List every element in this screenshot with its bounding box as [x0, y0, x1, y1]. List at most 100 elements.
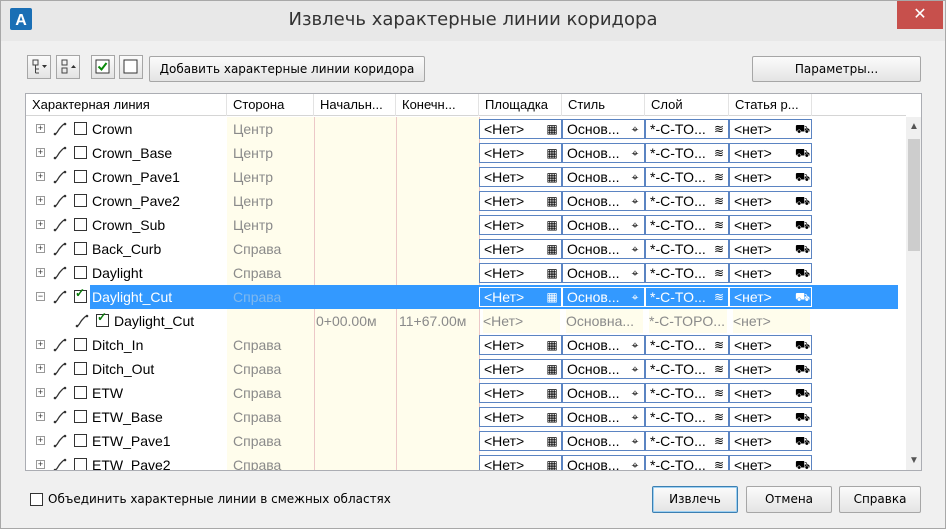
layer-cell[interactable]: *-C-TO... ≋: [645, 215, 729, 235]
site-picker-icon[interactable]: ▦: [545, 290, 559, 304]
style-picker-icon[interactable]: ⌖: [628, 410, 642, 424]
col-header-start[interactable]: Начальн...: [314, 94, 396, 116]
pay-item-picker-icon[interactable]: ⛟: [795, 218, 810, 232]
parameters-button[interactable]: Параметры...: [752, 56, 921, 82]
layer-picker-icon[interactable]: ≋: [712, 410, 726, 424]
feature-line-checkbox[interactable]: [74, 458, 87, 470]
pay-item-cell[interactable]: <нет> ⛟: [729, 215, 812, 235]
table-row[interactable]: + Ditch_In Справа <Нет> ▦ Основ... ⌖ *-C-TO... ≋…: [26, 333, 898, 357]
pay-item-cell[interactable]: <нет> ⛟: [729, 263, 812, 283]
layer-picker-icon[interactable]: ≋: [712, 266, 726, 280]
layer-picker-icon[interactable]: ≋: [712, 194, 726, 208]
feature-line-checkbox[interactable]: [74, 122, 87, 135]
collapse-node-icon[interactable]: −: [36, 292, 45, 301]
style-cell[interactable]: Основ... ⌖: [562, 287, 645, 307]
feature-line-checkbox[interactable]: [74, 386, 87, 399]
feature-line-checkbox[interactable]: [74, 146, 87, 159]
layer-cell[interactable]: *-C-TO... ≋: [645, 119, 729, 139]
style-cell[interactable]: Основ... ⌖: [562, 359, 645, 379]
table-row[interactable]: + ETW_Pave1 Справа <Нет> ▦ Основ... ⌖ *-C-TO...…: [26, 429, 898, 453]
table-row[interactable]: + Back_Curb Справа <Нет> ▦ Основ... ⌖ *-C-TO...…: [26, 237, 898, 261]
style-picker-icon[interactable]: ⌖: [628, 242, 642, 256]
site-picker-icon[interactable]: ▦: [545, 338, 559, 352]
expand-node-icon[interactable]: +: [36, 412, 45, 421]
table-row[interactable]: −Daylight_CutСправа<Нет>▦Основ...⌖*-C-TO…: [26, 285, 898, 309]
layer-cell[interactable]: *-C-TO... ≋: [645, 239, 729, 259]
scroll-up-icon[interactable]: ▲: [906, 119, 921, 135]
pay-item-cell[interactable]: <нет> ⛟: [729, 287, 812, 307]
table-row[interactable]: + ETW_Base Справа <Нет> ▦ Основ... ⌖ *-C-TO... ≋…: [26, 405, 898, 429]
table-row[interactable]: + Crown_Pave2 Центр <Нет> ▦ Основ... ⌖ *-C-TO..…: [26, 189, 898, 213]
feature-line-checkbox[interactable]: [74, 266, 87, 279]
style-cell[interactable]: Основ... ⌖: [562, 215, 645, 235]
pay-item-cell[interactable]: <нет> ⛟: [729, 431, 812, 451]
site-picker-icon[interactable]: ▦: [545, 194, 559, 208]
expand-node-icon[interactable]: +: [36, 460, 45, 469]
site-cell[interactable]: <Нет> ▦: [479, 119, 562, 139]
pay-item-cell[interactable]: <нет> ⛟: [729, 359, 812, 379]
layer-cell[interactable]: *-C-TO... ≋: [645, 431, 729, 451]
pay-item-picker-icon[interactable]: ⛟: [795, 146, 810, 160]
style-picker-icon[interactable]: ⌖: [628, 266, 642, 280]
layer-cell[interactable]: *-C-TO... ≋: [645, 407, 729, 427]
site-cell[interactable]: <Нет> ▦: [479, 167, 562, 187]
expand-node-icon[interactable]: +: [36, 340, 45, 349]
style-picker-icon[interactable]: ⌖: [628, 218, 642, 232]
pay-item-picker-icon[interactable]: ⛟: [795, 410, 810, 424]
style-picker-icon[interactable]: ⌖: [628, 458, 642, 470]
site-cell[interactable]: <Нет> ▦: [479, 143, 562, 163]
pay-item-picker-icon[interactable]: ⛟: [795, 386, 810, 400]
pay-item-cell[interactable]: <нет> ⛟: [729, 407, 812, 427]
site-picker-icon[interactable]: ▦: [545, 218, 559, 232]
site-picker-icon[interactable]: ▦: [545, 434, 559, 448]
site-picker-icon[interactable]: ▦: [545, 146, 559, 160]
extract-button[interactable]: Извлечь: [652, 486, 738, 513]
layer-picker-icon[interactable]: ≋: [712, 242, 726, 256]
style-cell[interactable]: Основ... ⌖: [562, 431, 645, 451]
layer-picker-icon[interactable]: ≋: [712, 290, 726, 304]
site-cell[interactable]: <Нет> ▦: [479, 383, 562, 403]
col-header-end[interactable]: Конечн...: [396, 94, 479, 116]
cancel-button[interactable]: Отмена: [746, 486, 832, 513]
site-cell[interactable]: <Нет> ▦: [479, 215, 562, 235]
site-picker-icon[interactable]: ▦: [545, 386, 559, 400]
feature-line-checkbox[interactable]: [74, 434, 87, 447]
layer-picker-icon[interactable]: ≋: [712, 362, 726, 376]
site-cell[interactable]: <Нет> ▦: [479, 239, 562, 259]
style-cell[interactable]: Основ... ⌖: [562, 119, 645, 139]
pay-item-picker-icon[interactable]: ⛟: [795, 458, 810, 470]
style-picker-icon[interactable]: ⌖: [628, 434, 642, 448]
pay-item-cell[interactable]: <нет> ⛟: [729, 455, 812, 470]
pay-item-cell[interactable]: <нет> ⛟: [729, 167, 812, 187]
col-header-feature-line[interactable]: Характерная линия: [26, 94, 227, 116]
feature-line-checkbox[interactable]: [74, 286, 87, 303]
table-row[interactable]: + Crown_Base Центр <Нет> ▦ Основ... ⌖ *-C-TO...…: [26, 141, 898, 165]
site-cell[interactable]: <Нет> ▦: [479, 431, 562, 451]
site-picker-icon[interactable]: ▦: [545, 266, 559, 280]
col-header-side[interactable]: Сторона: [227, 94, 314, 116]
table-row[interactable]: + Crown_Sub Центр <Нет> ▦ Основ... ⌖ *-C-TO... ≋…: [26, 213, 898, 237]
style-picker-icon[interactable]: ⌖: [628, 122, 642, 136]
collapse-all-button[interactable]: [56, 55, 80, 79]
layer-cell[interactable]: *-C-TO... ≋: [645, 167, 729, 187]
pay-item-cell[interactable]: <нет> ⛟: [729, 191, 812, 211]
table-row[interactable]: Daylight_Cut 0+00.00м 11+67.00м <Нет>Основн…: [26, 309, 898, 333]
pay-item-picker-icon[interactable]: ⛟: [795, 434, 810, 448]
scroll-down-icon[interactable]: ▼: [906, 453, 921, 469]
table-row[interactable]: + ETW Справа <Нет> ▦ Основ... ⌖ *-C-TO... ≋ <нет>…: [26, 381, 898, 405]
style-cell[interactable]: Основ... ⌖: [562, 263, 645, 283]
layer-cell[interactable]: *-C-TO... ≋: [645, 383, 729, 403]
pay-item-picker-icon[interactable]: ⛟: [795, 170, 810, 184]
feature-line-checkbox[interactable]: [74, 338, 87, 351]
site-picker-icon[interactable]: ▦: [545, 362, 559, 376]
pay-item-picker-icon[interactable]: ⛟: [795, 266, 810, 280]
style-picker-icon[interactable]: ⌖: [628, 290, 642, 304]
layer-picker-icon[interactable]: ≋: [712, 122, 726, 136]
table-row[interactable]: + Ditch_Out Справа <Нет> ▦ Основ... ⌖ *-C-TO...…: [26, 357, 898, 381]
site-picker-icon[interactable]: ▦: [545, 122, 559, 136]
layer-picker-icon[interactable]: ≋: [712, 434, 726, 448]
close-button[interactable]: ✕: [897, 1, 943, 29]
pay-item-picker-icon[interactable]: ⛟: [795, 122, 810, 136]
table-row[interactable]: + ETW_Pave2 Справа <Нет> ▦ Основ... ⌖ *-C-TO...…: [26, 453, 898, 470]
feature-line-checkbox[interactable]: [74, 194, 87, 207]
